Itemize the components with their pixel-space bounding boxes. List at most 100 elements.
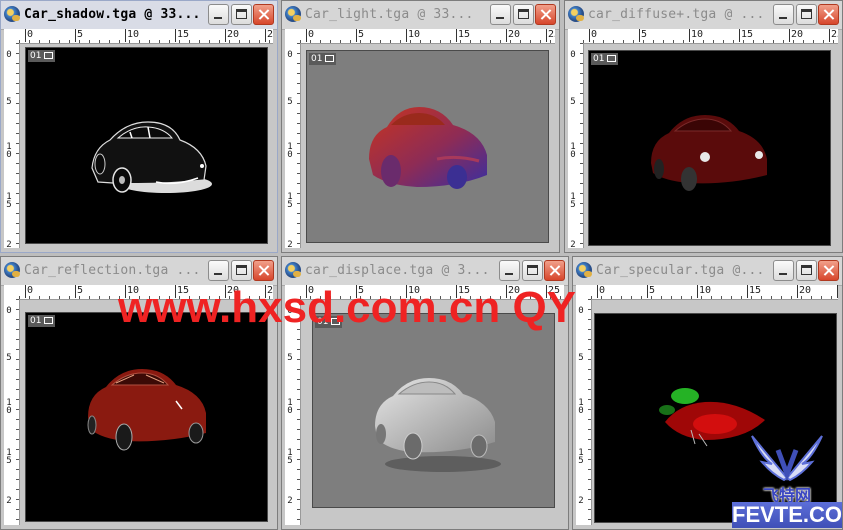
window-car-diffuse[interactable]: car_diffuse+.tga @ ... 0 5 10 15 20 25 0… bbox=[564, 0, 843, 253]
app-icon bbox=[285, 262, 301, 278]
minimize-icon[interactable] bbox=[499, 260, 520, 281]
ruler-label: 0 bbox=[570, 50, 576, 60]
car-displace-render bbox=[375, 378, 501, 472]
ruler-label: 25 bbox=[265, 29, 273, 42]
window-titlebar[interactable]: Car_light.tga @ 33... bbox=[282, 1, 559, 30]
ruler-label: 5 bbox=[75, 285, 84, 298]
ruler-label: 2 bbox=[287, 240, 293, 249]
ruler-label: 15 bbox=[570, 192, 576, 210]
ruler-label: 25 bbox=[829, 29, 838, 42]
ruler-label: 5 bbox=[578, 353, 584, 363]
vertical-ruler: 0 5 10 15 2 bbox=[4, 299, 20, 525]
minimize-icon[interactable] bbox=[773, 260, 794, 281]
window-titlebar[interactable]: Car_reflection.tga ... bbox=[1, 257, 277, 286]
ruler-label: 5 bbox=[639, 29, 648, 42]
minimize-icon[interactable] bbox=[208, 4, 229, 25]
ruler-corner bbox=[576, 285, 592, 300]
maximize-icon[interactable] bbox=[796, 260, 817, 281]
car-light-render bbox=[369, 107, 487, 189]
ruler-label: 15 bbox=[6, 448, 12, 466]
ruler-label: 5 bbox=[356, 29, 365, 42]
window-title: car_diffuse+.tga @ ... bbox=[588, 7, 765, 22]
close-icon[interactable] bbox=[535, 4, 556, 25]
close-icon[interactable] bbox=[253, 4, 274, 25]
ruler-corner bbox=[4, 29, 20, 44]
ruler-label: 0 bbox=[589, 29, 598, 42]
ruler-label: 15 bbox=[6, 192, 12, 210]
minimize-icon[interactable] bbox=[208, 260, 229, 281]
window-titlebar[interactable]: Car_specular.tga @... bbox=[573, 257, 842, 286]
car-shadow-render bbox=[91, 121, 212, 193]
ruler-label: 5 bbox=[75, 29, 84, 42]
fevte-logo: 飞特网 FEVTE.COM bbox=[732, 428, 843, 528]
window-title: Car_specular.tga @... bbox=[596, 263, 765, 278]
minimize-icon[interactable] bbox=[490, 4, 511, 25]
wings-icon bbox=[751, 435, 823, 482]
vertical-ruler: 0 5 10 15 2 bbox=[285, 43, 301, 248]
window-titlebar[interactable]: Car_shadow.tga @ 33... bbox=[1, 1, 277, 30]
maximize-icon[interactable] bbox=[796, 4, 817, 25]
maximize-icon[interactable] bbox=[231, 260, 252, 281]
close-icon[interactable] bbox=[818, 4, 839, 25]
ruler-label: 5 bbox=[287, 353, 293, 363]
watermark-text: www.hxsd.com.cn QY bbox=[118, 283, 577, 332]
canvas-area: 01 bbox=[20, 44, 273, 248]
window-title: Car_light.tga @ 33... bbox=[305, 7, 474, 22]
horizontal-ruler: 0 5 10 15 20 25 bbox=[591, 285, 838, 300]
close-icon[interactable] bbox=[253, 260, 274, 281]
canvas-area: 01 bbox=[301, 300, 564, 525]
ruler-label: 0 bbox=[578, 306, 584, 316]
window-titlebar[interactable]: car_displace.tga @ 3... bbox=[282, 257, 568, 286]
ruler-label: 25 bbox=[837, 285, 838, 298]
image-canvas[interactable]: 01 bbox=[25, 312, 268, 522]
window-title: car_displace.tga @ 3... bbox=[305, 263, 490, 278]
canvas-area: 01 bbox=[20, 300, 273, 525]
ruler-label: 10 bbox=[697, 285, 712, 298]
ruler-label: 10 bbox=[406, 29, 421, 42]
app-icon bbox=[4, 262, 20, 278]
app-icon bbox=[568, 6, 584, 22]
close-icon[interactable] bbox=[818, 260, 839, 281]
ruler-label: 10 bbox=[6, 398, 12, 416]
logo-text: FEVTE.COM bbox=[732, 502, 843, 528]
ruler-label: 0 bbox=[306, 29, 315, 42]
car-reflection-render bbox=[87, 369, 206, 451]
horizontal-ruler: 0 5 10 15 20 25 bbox=[19, 29, 273, 44]
ruler-label: 20 bbox=[797, 285, 812, 298]
horizontal-ruler: 0 5 10 15 20 25 bbox=[300, 29, 555, 44]
maximize-icon[interactable] bbox=[231, 4, 252, 25]
window-titlebar[interactable]: car_diffuse+.tga @ ... bbox=[565, 1, 842, 30]
vertical-ruler: 0 5 10 15 2 bbox=[576, 299, 592, 525]
image-canvas[interactable]: 01 bbox=[312, 313, 555, 508]
ruler-label: 15 bbox=[175, 29, 190, 42]
canvas-area: 01 bbox=[584, 44, 838, 248]
maximize-icon[interactable] bbox=[513, 4, 534, 25]
ruler-label: 5 bbox=[570, 97, 576, 107]
ruler-label: 20 bbox=[506, 29, 521, 42]
ruler-corner bbox=[285, 29, 301, 44]
ruler-label: 2 bbox=[6, 496, 12, 506]
minimize-icon[interactable] bbox=[773, 4, 794, 25]
vertical-ruler: 0 5 10 15 2 bbox=[4, 43, 20, 248]
ruler-label: 5 bbox=[287, 97, 293, 107]
vertical-ruler: 0 5 10 15 2 bbox=[568, 43, 584, 248]
window-car-light[interactable]: Car_light.tga @ 33... 0 5 10 15 20 25 0 … bbox=[281, 0, 560, 253]
ruler-label: 5 bbox=[6, 353, 12, 363]
car-diffuse-render bbox=[651, 115, 767, 191]
image-canvas[interactable]: 01 bbox=[25, 47, 268, 244]
image-canvas[interactable]: 01 bbox=[306, 50, 549, 243]
close-icon[interactable] bbox=[544, 260, 565, 281]
image-canvas[interactable]: 01 bbox=[588, 50, 831, 246]
app-icon bbox=[576, 262, 592, 278]
ruler-label: 0 bbox=[25, 285, 34, 298]
maximize-icon[interactable] bbox=[522, 260, 543, 281]
horizontal-ruler: 0 5 10 15 20 25 bbox=[583, 29, 838, 44]
ruler-label: 0 bbox=[6, 50, 12, 60]
ruler-label: 10 bbox=[125, 29, 140, 42]
ruler-label: 15 bbox=[578, 448, 584, 466]
ruler-label: 15 bbox=[739, 29, 754, 42]
window-car-shadow[interactable]: Car_shadow.tga @ 33... 0 5 10 15 20 25 0… bbox=[0, 0, 278, 253]
ruler-label: 10 bbox=[689, 29, 704, 42]
ruler-label: 0 bbox=[597, 285, 606, 298]
ruler-label: 10 bbox=[570, 142, 576, 160]
